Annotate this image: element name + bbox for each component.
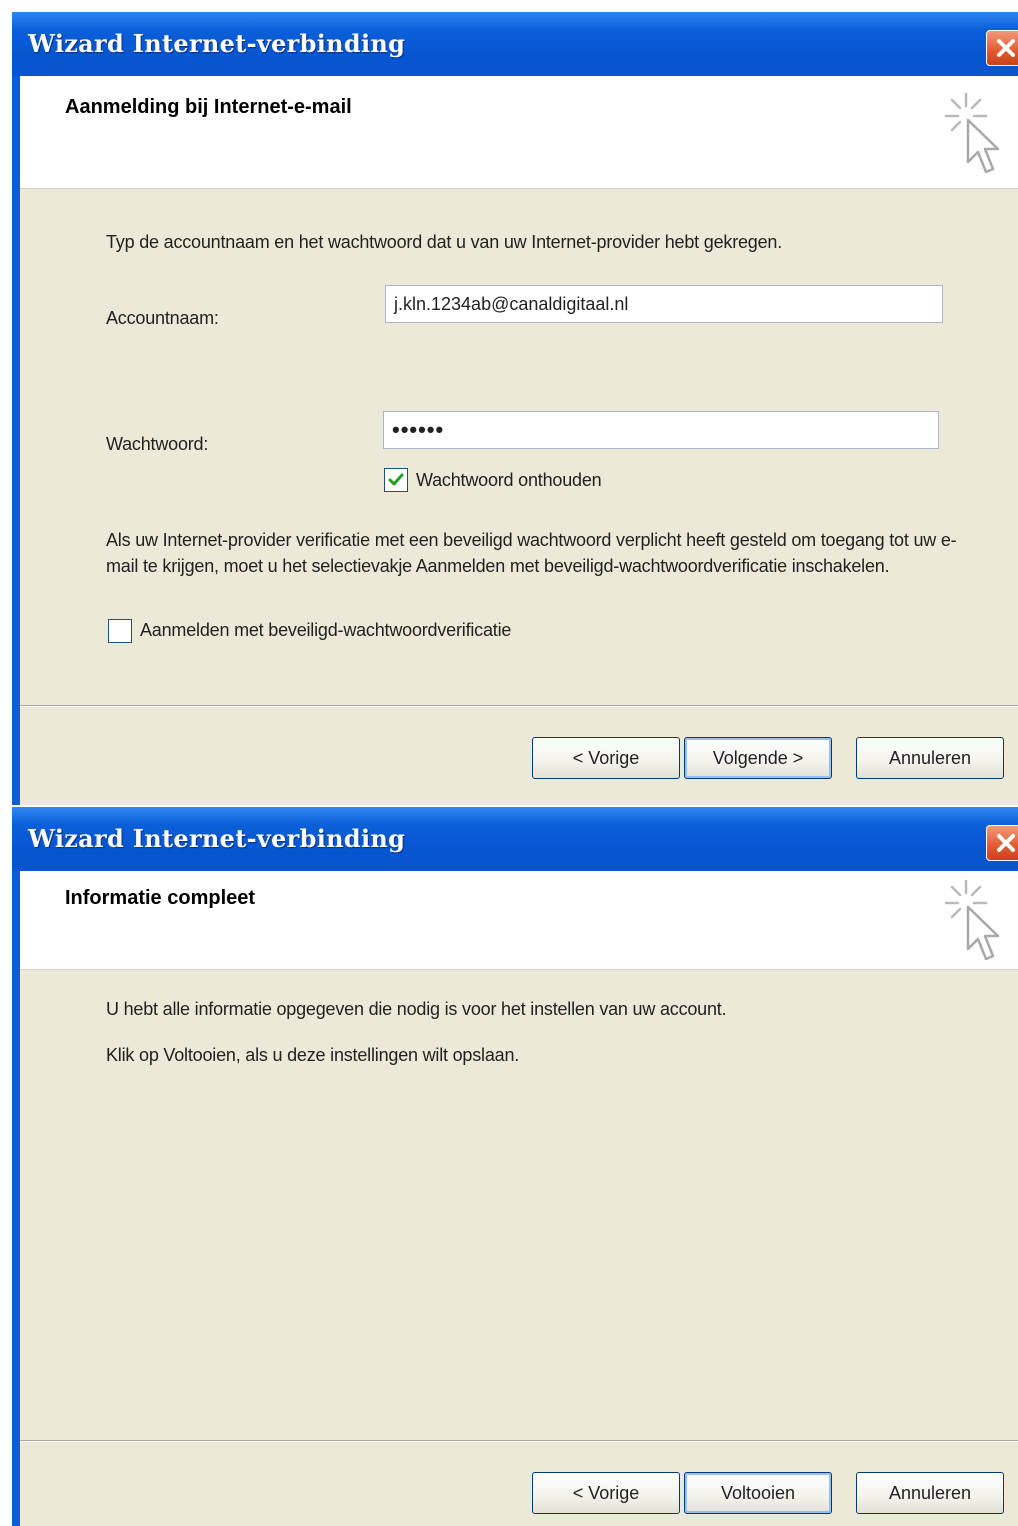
intro-text: Typ de accountnaam en het wachtwoord dat… xyxy=(106,232,783,252)
wizard-header: Aanmelding bij Internet-e-mail xyxy=(20,76,1018,189)
wizard-dialog-login: Wizard Internet-verbinding Aanmelding bi… xyxy=(12,12,1018,805)
back-button[interactable]: < Vorige xyxy=(532,737,680,779)
wizard-content: U hebt alle informatie opgegeven die nod… xyxy=(20,970,1018,1526)
wizard-content: Typ de accountnaam en het wachtwoord dat… xyxy=(20,189,1018,805)
wizard-cursor-icon xyxy=(944,879,1000,961)
page-title: Informatie compleet xyxy=(65,887,256,909)
separator xyxy=(20,705,1018,707)
next-button[interactable]: Volgende > xyxy=(684,737,832,779)
wizard-dialog-complete: Wizard Internet-verbinding Informatie co… xyxy=(12,807,1018,1526)
title-bar[interactable]: Wizard Internet-verbinding xyxy=(12,807,1018,871)
spa-info-text: Als uw Internet-provider verificatie met… xyxy=(106,530,957,576)
back-button[interactable]: < Vorige xyxy=(532,1472,680,1514)
window-title: Wizard Internet-verbinding xyxy=(28,824,406,853)
cancel-button[interactable]: Annuleren xyxy=(856,737,1004,779)
close-icon xyxy=(997,39,1015,57)
finish-button[interactable]: Voltooien xyxy=(684,1472,832,1514)
wizard-header: Informatie compleet xyxy=(20,871,1018,970)
account-label: Accountnaam: xyxy=(106,308,219,328)
password-input[interactable]: •••••• xyxy=(383,411,939,449)
checkmark-icon xyxy=(388,473,404,486)
remember-password-label[interactable]: Wachtwoord onthouden xyxy=(416,467,602,493)
info-complete-text: U hebt alle informatie opgegeven die nod… xyxy=(106,999,727,1019)
separator xyxy=(20,1440,1018,1442)
close-button[interactable] xyxy=(986,825,1018,861)
remember-password-checkbox[interactable] xyxy=(384,468,408,492)
cancel-button[interactable]: Annuleren xyxy=(856,1472,1004,1514)
wizard-cursor-icon xyxy=(944,92,1000,174)
close-button[interactable] xyxy=(986,30,1018,66)
account-name-input[interactable]: j.kln.1234ab@canaldigitaal.nl xyxy=(385,285,943,323)
close-icon xyxy=(997,834,1015,852)
password-label: Wachtwoord: xyxy=(106,434,209,454)
secure-password-label[interactable]: Aanmelden met beveiligd-wachtwoordverifi… xyxy=(140,617,511,643)
finish-instructions-text: Klik op Voltooien, als u deze instelling… xyxy=(106,1045,520,1065)
window-title: Wizard Internet-verbinding xyxy=(28,29,406,58)
secure-password-checkbox[interactable] xyxy=(108,619,132,643)
page-title: Aanmelding bij Internet-e-mail xyxy=(65,96,352,118)
title-bar[interactable]: Wizard Internet-verbinding xyxy=(12,12,1018,76)
